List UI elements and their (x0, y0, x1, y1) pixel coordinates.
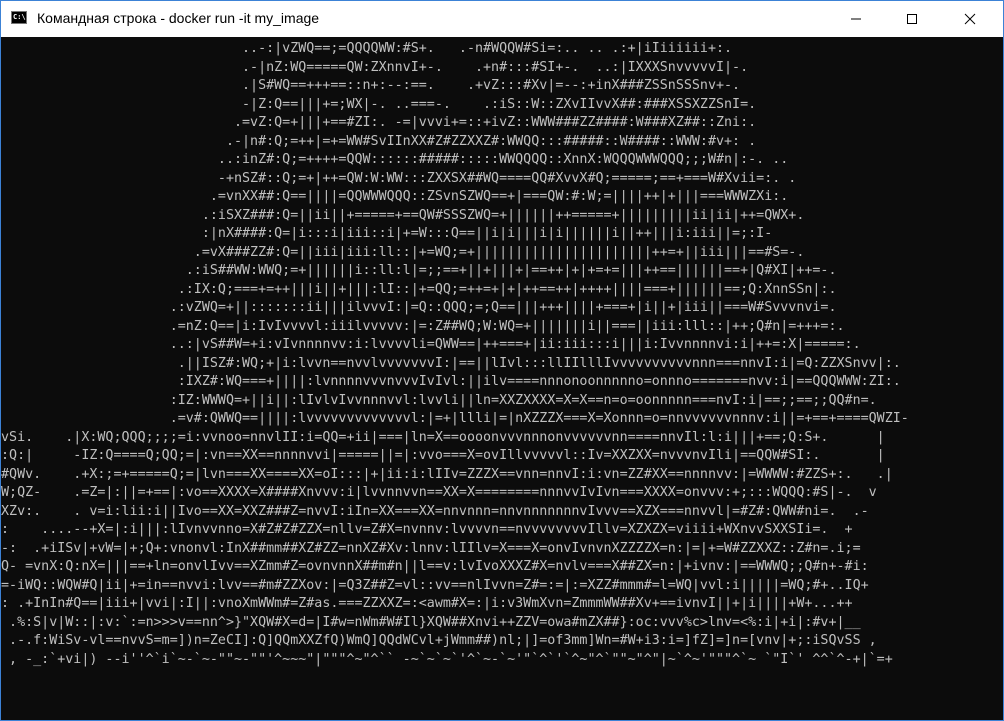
console-line: .=nZ:Q==|i:IvIvvvvl:iiilvvvvv:|=:Z##WQ;W… (1, 318, 845, 334)
console-line: -+nSZ#::Q;=+|++=QW:W:WW:::ZXXSX##WQ====Q… (1, 170, 797, 186)
console-line: .:vZWQ=+||:::::::ii|||ilvvvI:|=Q::QQQ;=;… (1, 300, 837, 315)
console-line: ..:|vS##W=+i:vIvnnnnvv:i:lvvvvli=QWW==|+… (1, 337, 861, 352)
console-line: ..-:|vZWQ==;=QQQQWW:#S+. .-n#WQQW#Si=:..… (1, 41, 733, 56)
console-line: : .+InIn#Q==|iii+|vvi|:I||:vnoXmWWm#=Z#a… (1, 596, 853, 611)
console-line: vSi. .|X:WQ;QQQ;;;;=i:vvnoo=nnvlII:i=QQ=… (1, 429, 885, 445)
console-line: :|nX####:Q=|i:::i|iii::i|+=W:::Q==||i|i|… (1, 226, 773, 241)
console-line: :IZ:WWWQ=+||i||:lIvlvIvvnnnvvl:lvvli||ln… (1, 392, 877, 408)
console-output[interactable]: ..-:|vZWQ==;=QQQQWW:#S+. .-n#WQQW#Si=:..… (1, 38, 1003, 720)
minimize-icon (851, 18, 861, 20)
window-title: Командная строка - docker run -it my_ima… (37, 10, 320, 26)
close-icon (964, 13, 976, 25)
console-line: XZv:. . v=i:lii:i||Ivo==XX=XXZ###Z=nvvI:… (1, 503, 869, 519)
close-button[interactable] (947, 1, 993, 37)
console-line: .=v#:QWWQ==||||:lvvvvvvvvvvvvvl:|=+|llli… (1, 411, 909, 426)
title-bar[interactable]: C:\ Командная строка - docker run -it my… (1, 1, 1003, 37)
console-line: :Q:| -IZ:Q====Q;QQ;=|:vn==XX==nnnnvvi|==… (1, 448, 885, 463)
console-line: .|S#WQ==+++==::n+:--:==. .+vZ:::#Xv|=--:… (1, 78, 741, 93)
console-line: .=vnXX##:Q==||||=QQWWWQQQ::ZSvnSZWQ==+|=… (1, 189, 789, 204)
console-line: .-|n#:Q;=++|=+=WW#SvIInXX#Z#ZZXXZ#:WWQQ:… (1, 133, 757, 149)
console-line: .-.f:WiSv-vl==nvvS=m=])n=ZeCI]:Q]QQmXXZf… (1, 633, 877, 648)
console-line: W;QZ- .=Z=|:||=+==|:vo==XXXX=X####Xnvvv:… (1, 485, 877, 500)
console-window: C:\ Командная строка - docker run -it my… (0, 0, 1004, 721)
console-line: : ....--+X=|:i|||:lIvnvvnno=X#Z#Z#ZZX=nl… (1, 522, 853, 537)
console-line: :IXZ#:WQ===+||||:lvnnnnvvvnvvvIvIvl:||il… (1, 374, 901, 389)
console-line: .-|nZ:WQ=====QW:ZXnnvI+-. .+n#:::#SI+-. … (1, 59, 749, 75)
console-line: .%:S|v|W::|:v:`:=n>>>v==nn^>}"XQW#X=d=|I… (1, 614, 861, 630)
console-line: .||ISZ#:WQ;+|i:lvvn==nvvlvvvvvvvI:|==||l… (1, 355, 901, 371)
console-line: .:iSXZ###:Q=||ii||+=====+==QW#SSSZWQ=+||… (1, 207, 805, 223)
console-line: -: .+iISv|+vW=|+;Q+:vnonvl:InX##mm##XZ#Z… (1, 540, 861, 556)
console-line: .=vZ:Q=+|||+==#ZI:. -=|vvvi+=::+ivZ::WWW… (1, 115, 757, 130)
console-line: -|Z:Q==|||+=;WX|-. ..===-. .:iS::W::ZXvI… (1, 96, 757, 112)
console-line: =-iWQ::WQW#Q|ii|+=in==nvvi:lvv==#m#ZZXov… (1, 577, 869, 593)
console-line: .:iS##WW:WWQ;=+||||||i::ll:l|=;;==+||+||… (1, 263, 837, 278)
command-prompt-icon: C:\ (11, 11, 27, 24)
maximize-icon (907, 14, 917, 24)
console-line: ..:inZ#:Q;=++++=QQW::::::#####:::::WWQQQ… (1, 152, 789, 167)
console-line: .=vX###ZZ#:Q=||iii|iii:ll::|+=WQ;=+|||||… (1, 244, 805, 260)
console-line: Q- =vnX:Q:nX=|||==+ln=onvlIvv==XZmm#Z=ov… (1, 559, 869, 574)
maximize-button[interactable] (889, 1, 935, 37)
console-line: #QWv. .+X:;=+=====Q;=|lvn===XX====XX=oI:… (1, 466, 893, 482)
console-line: .:IX:Q;===+=++|||i||+|||:lI::|+=QQ;=++=+… (1, 281, 837, 297)
console-line: , -_:`+vi|) --i''^`i`~-`~-""~-""'^~~~"|"… (1, 651, 893, 667)
minimize-button[interactable] (833, 1, 879, 37)
